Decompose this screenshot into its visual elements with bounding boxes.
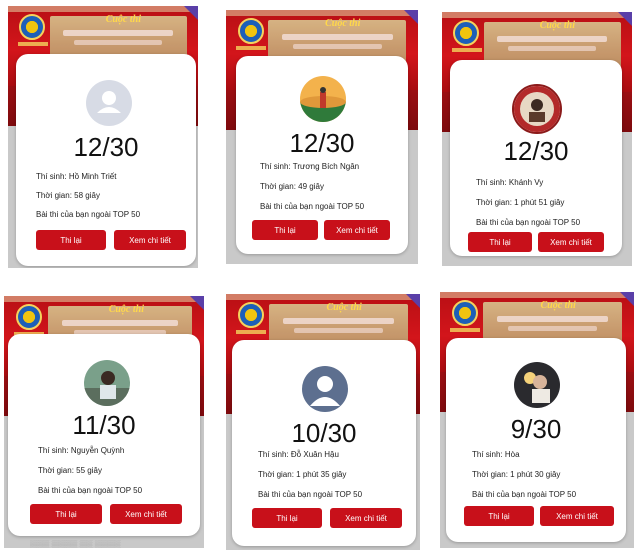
view-details-button[interactable]: Xem chi tiết [540, 506, 614, 526]
score-text: 11/30 [72, 410, 136, 440]
time-taken: Thời gian: 58 giây [36, 191, 100, 200]
default-avatar-icon [302, 366, 348, 412]
rank-status: Bài thi của bạn ngoài TOP 50 [36, 210, 141, 219]
user-photo-avatar [512, 84, 562, 134]
contestant-name: Thí sinh: Hồ Minh Triết [36, 172, 117, 181]
result-card: 12/30 Thí sinh: Hồ Minh Triết Thời gian:… [16, 54, 196, 266]
retry-button[interactable]: Thi lại [30, 504, 102, 524]
view-details-button[interactable]: Xem chi tiết [110, 504, 182, 524]
background-nav-text: ▒▒▒ ▒▒▒▒ ▒▒ ▒▒▒▒ [30, 540, 121, 548]
view-details-button[interactable]: Xem chi tiết [330, 508, 402, 528]
retry-button[interactable]: Thi lại [252, 220, 318, 240]
result-card: 10/30 Thí sinh: Đỗ Xuân Hậu Thời gian: 1… [232, 340, 416, 546]
rank-status: Bài thi của bạn ngoài TOP 50 [260, 202, 365, 211]
view-details-button[interactable]: Xem chi tiết [538, 232, 604, 252]
score-text: 9/30 [510, 414, 562, 444]
retry-button[interactable]: Thi lại [468, 232, 532, 252]
user-photo-avatar [84, 360, 130, 406]
banner-script-text: Cuộc thi [539, 20, 575, 31]
rank-status: Bài thi của bạn ngoài TOP 50 [472, 490, 577, 499]
result-screen-2: Cuộc thi 12/30 Thí sinh: Trương Bích Ngâ… [226, 10, 418, 264]
time-taken: Thời gian: 1 phút 30 giây [472, 470, 561, 479]
retry-button[interactable]: Thi lại [36, 230, 106, 250]
youth-union-logo-icon [16, 304, 42, 330]
score-text: 10/30 [291, 418, 357, 448]
contestant-name: Thí sinh: Hòa [472, 450, 520, 459]
youth-union-logo-icon [237, 302, 264, 328]
youth-union-logo-icon [453, 20, 480, 46]
time-taken: Thời gian: 55 giây [38, 466, 102, 475]
view-details-button[interactable]: Xem chi tiết [114, 230, 186, 250]
contestant-name: Thí sinh: Nguyễn Quỳnh [38, 446, 125, 455]
user-photo-avatar [300, 76, 346, 122]
result-card: 11/30 Thí sinh: Nguyễn Quỳnh Thời gian: … [8, 334, 200, 536]
youth-union-logo-icon [237, 18, 264, 44]
result-screen-5: Cuộc thi 10/30 Thí sinh: Đỗ Xuân Hậu Thờ… [226, 294, 420, 550]
time-taken: Thời gian: 1 phút 35 giây [258, 470, 347, 479]
score-text: 12/30 [289, 128, 355, 158]
score-text: 12/30 [503, 136, 569, 166]
rank-status: Bài thi của bạn ngoài TOP 50 [38, 486, 143, 495]
rank-status: Bài thi của bạn ngoài TOP 50 [258, 490, 363, 499]
banner-script-text: Cuộc thi [325, 18, 361, 29]
youth-union-logo-icon [19, 14, 46, 40]
rank-status: Bài thi của bạn ngoài TOP 50 [476, 218, 581, 227]
banner-script-text: Cuộc thi [105, 14, 141, 25]
result-card: 12/30 Thí sinh: Trương Bích Ngân Thời gi… [236, 56, 408, 254]
score-text: 12/30 [73, 132, 139, 162]
banner-script-text: Cuộc thi [540, 300, 576, 311]
retry-button[interactable]: Thi lại [464, 506, 534, 526]
default-avatar-icon [86, 80, 132, 126]
contestant-name: Thí sinh: Đỗ Xuân Hậu [258, 450, 339, 459]
contestant-name: Thí sinh: Khánh Vy [476, 178, 544, 187]
result-card: 9/30 Thí sinh: Hòa Thời gian: 1 phút 30 … [446, 338, 626, 542]
retry-button[interactable]: Thi lại [252, 508, 322, 528]
result-screen-1: Cuộc thi 12/30 Thí sinh: Hồ Minh Triết T… [8, 6, 198, 268]
time-taken: Thời gian: 49 giây [260, 182, 324, 191]
contestant-name: Thí sinh: Trương Bích Ngân [260, 162, 360, 171]
banner-script-text: Cuộc thi [326, 302, 362, 313]
result-screen-3: Cuộc thi 12/30 Thí sinh: Khánh Vy Thời g… [442, 12, 632, 266]
result-screen-4: Cuộc thi 11/30 Thí sinh: Nguyễn Quỳnh Th… [4, 296, 204, 548]
view-details-button[interactable]: Xem chi tiết [324, 220, 390, 240]
result-card: 12/30 Thí sinh: Khánh Vy Thời gian: 1 ph… [450, 60, 622, 256]
youth-union-logo-icon [451, 300, 478, 326]
banner-script-text: Cuộc thi [108, 304, 144, 315]
time-taken: Thời gian: 1 phút 51 giây [476, 198, 565, 207]
result-screen-6: Cuộc thi 9/30 Thí sinh: Hòa Thời gian: 1… [440, 292, 634, 548]
user-photo-avatar [514, 362, 560, 408]
